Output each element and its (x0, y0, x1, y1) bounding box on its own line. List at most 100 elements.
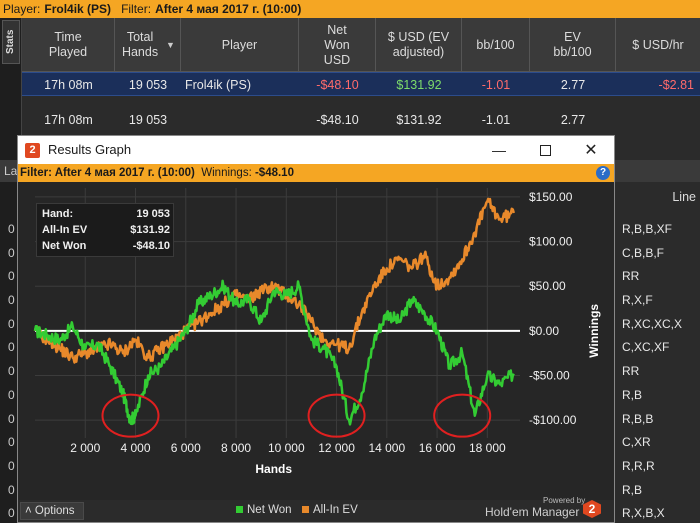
col-total-hands-label: Total Hands (121, 30, 159, 59)
y-tick-label: $0.00 (529, 324, 559, 338)
x-tick-label: 14 000 (368, 441, 405, 455)
help-icon[interactable]: ? (596, 166, 610, 180)
hover-info-box: Hand: 19 053 All-In EV $131.92 Net Won -… (36, 203, 174, 257)
col-player[interactable]: Player (181, 18, 299, 72)
line-cell[interactable]: RR (612, 360, 700, 384)
table-row[interactable]: 17h 08m 19 053 Frol4ik (PS) -$48.10 $131… (22, 72, 700, 96)
results-chart: 2 000 4 000 6 000 8 000 10 000 12 000 14 000 16… (18, 182, 614, 500)
results-graph-window: 2 Results Graph — ✕ Filter: After 4 мая … (17, 135, 615, 523)
col-net-won[interactable]: Net Won USD (299, 18, 376, 72)
info-hands-value: 19 053 (136, 208, 170, 220)
x-axis-label: Hands (255, 462, 292, 476)
col-ev-adjusted-label: $ USD (EV adjusted) (387, 30, 450, 59)
graph-filter-bar: Filter: After 4 мая 2017 г. (10:00) Winn… (18, 164, 614, 182)
cell-bb100: -1.01 (481, 78, 511, 92)
x-tick-label: 12 000 (318, 441, 355, 455)
graph-bottom-bar: ˄ Options Net Won All-In EV Powered by H… (18, 496, 614, 522)
col-time-played[interactable]: Time Played (22, 18, 115, 72)
minimize-icon: — (492, 142, 506, 158)
line-cell[interactable]: R,B,B,XF (612, 218, 700, 242)
filter-value: After 4 мая 2017 г. (10:00) (155, 2, 302, 16)
cell-usd-hr: -$2.81 (658, 78, 694, 92)
col-ev-adjusted[interactable]: $ USD (EV adjusted) (376, 18, 462, 72)
player-label: Player: (3, 2, 41, 16)
col-net-won-label: Net Won USD (323, 22, 351, 67)
line-cell[interactable]: C,XC,XF (612, 336, 700, 360)
col-player-label: Player (221, 37, 258, 52)
stats-tab[interactable]: Stats (2, 20, 20, 64)
maximize-button[interactable] (522, 136, 568, 164)
y-axis-label: Winnings (587, 304, 601, 358)
cell-ev-adjusted: $131.92 (396, 78, 442, 92)
legend-net-won-swatch (236, 506, 243, 514)
window-titlebar[interactable]: 2 Results Graph — ✕ (18, 136, 614, 164)
line-cell[interactable]: R,B,B (612, 408, 700, 432)
cell-ev-bb100: 2.77 (560, 78, 586, 92)
line-cell[interactable]: RR (612, 265, 700, 289)
col-usd-hr[interactable]: $ USD/hr (616, 18, 700, 72)
cell-bb100: -1.01 (481, 113, 511, 127)
col-ev-bb100[interactable]: EV bb/100 (530, 18, 616, 72)
col-bb100[interactable]: bb/100 (462, 18, 530, 72)
hem-brand: Powered by Hold'em Manager 2 (485, 494, 603, 522)
cell-net-won: -$48.10 (316, 78, 359, 92)
line-cell[interactable]: R,B (612, 479, 700, 503)
info-allin-row: All-In EV $131.92 (42, 224, 170, 240)
info-netwon-value: -$48.10 (132, 240, 170, 252)
chevron-up-icon: ˄ (25, 505, 32, 517)
col-total-hands[interactable]: Total Hands ▼ (115, 18, 181, 72)
winnings-value: -$48.10 (254, 167, 294, 179)
window-title: Results Graph (48, 142, 132, 157)
player-value: Frol4ik (PS) (44, 2, 112, 16)
cell-ev-adjusted: $131.92 (396, 113, 442, 127)
brand-name: Hold'em Manager (485, 505, 580, 519)
legend-net-won[interactable]: Net Won (236, 504, 292, 516)
info-hands-label: Hand: (42, 208, 74, 220)
minimize-button[interactable]: — (476, 136, 522, 164)
col-usd-hr-label: $ USD/hr (632, 37, 684, 52)
y-tick-label: -$50.00 (529, 369, 570, 383)
legend-allin-ev[interactable]: All-In EV (302, 504, 358, 516)
close-icon: ✕ (584, 142, 598, 159)
report-filter-bar: Player: Frol4ik (PS) Filter: After 4 мая 2… (0, 0, 700, 18)
options-button[interactable]: ˄ Options (20, 502, 84, 520)
col-ev-bb100-label: EV bb/100 (553, 30, 592, 59)
cell-hands: 19 053 (128, 78, 168, 92)
line-cell[interactable]: R,R,R (612, 455, 700, 479)
y-tick-label: $150.00 (529, 190, 573, 204)
cell-net-won: -$48.10 (316, 113, 359, 127)
info-allin-label: All-In EV (42, 224, 88, 236)
x-tick-label: 6 000 (171, 441, 201, 455)
col-time-played-label: Time Played (48, 30, 88, 59)
line-cell[interactable]: C,B,B,F (612, 242, 700, 266)
y-tick-label: $100.00 (529, 235, 573, 249)
y-tick-label: -$100.00 (529, 413, 577, 427)
hm-brand-logo-icon: 2 (583, 500, 601, 518)
line-cell[interactable]: C,XR (612, 431, 700, 455)
close-button[interactable]: ✕ (568, 136, 614, 164)
cell-player: Frol4ik (PS) (185, 78, 251, 92)
sort-desc-icon: ▼ (166, 39, 175, 50)
stats-table-header: Time Played Total Hands ▼ Player Net Won … (22, 18, 700, 72)
line-cell[interactable]: R,XC,XC,X (612, 313, 700, 337)
cell-time: 17h 08m (44, 78, 93, 92)
left-column-header[interactable]: La (4, 164, 17, 178)
line-column-header[interactable]: Line (672, 190, 696, 204)
table-total-row[interactable]: 17h 08m 19 053 -$48.10 $131.92 -1.01 2.7… (22, 108, 700, 132)
options-label: Options (34, 505, 75, 517)
cell-ev-bb100: 2.77 (560, 113, 586, 127)
cell-time: 17h 08m (44, 113, 93, 127)
x-tick-label: 4 000 (121, 441, 151, 455)
info-allin-value: $131.92 (130, 224, 170, 236)
x-tick-label: 18 000 (469, 441, 506, 455)
legend-allin-ev-swatch (302, 506, 309, 514)
hm-logo-icon: 2 (25, 143, 40, 158)
legend-net-won-label: Net Won (247, 504, 292, 516)
filter-label: Filter: (121, 2, 152, 16)
powered-by-text: Powered by (543, 496, 586, 505)
line-cell[interactable]: R,X,B,X (612, 502, 700, 523)
line-cell[interactable]: R,X,F (612, 289, 700, 313)
x-tick-label: 8 000 (221, 441, 251, 455)
line-cell[interactable]: R,B (612, 384, 700, 408)
x-tick-label: 2 000 (70, 441, 100, 455)
